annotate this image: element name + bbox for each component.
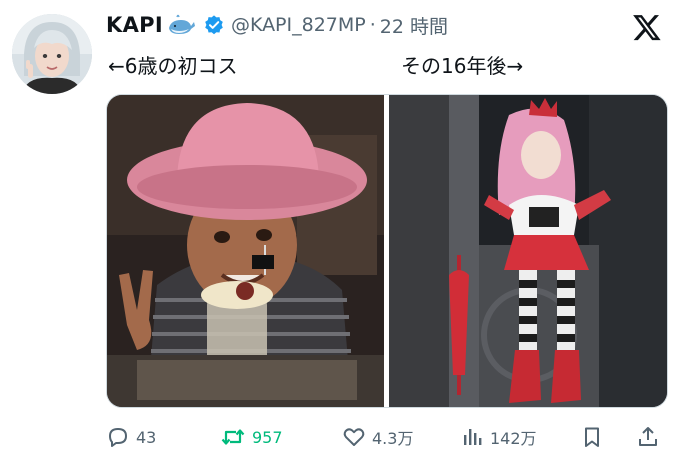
separator-dot: · <box>369 14 376 36</box>
verified-badge-icon <box>203 14 225 36</box>
photo-adult-cosplay[interactable] <box>389 95 667 407</box>
retweet-button[interactable]: 957 <box>220 420 283 454</box>
tweet-header: KAPI @KAPI_827MP · 22 時間 <box>106 10 448 40</box>
avatar[interactable] <box>12 14 92 94</box>
whale-emoji-icon <box>167 14 197 36</box>
share-icon <box>636 425 660 449</box>
timestamp[interactable]: 22 時間 <box>380 12 448 39</box>
bookmark-icon <box>580 425 604 449</box>
author-name[interactable]: KAPI <box>106 13 163 37</box>
heart-icon <box>342 425 366 449</box>
avatar-image <box>12 14 92 94</box>
tweet-actions: 43 957 4.3万 142万 <box>106 420 666 454</box>
views-icon <box>460 425 484 449</box>
author-handle[interactable]: @KAPI_827MP <box>231 14 366 36</box>
like-count: 4.3万 <box>372 429 414 448</box>
views-count: 142万 <box>490 429 537 448</box>
views-button[interactable]: 142万 <box>460 420 537 454</box>
tweet-media <box>106 94 668 408</box>
reply-button[interactable]: 43 <box>106 420 156 454</box>
reply-count: 43 <box>136 427 157 447</box>
share-button[interactable] <box>636 420 660 454</box>
retweet-icon <box>220 425 246 449</box>
tweet-text-right: その16年後→ <box>401 54 524 78</box>
x-logo-icon[interactable] <box>632 12 662 42</box>
like-button[interactable]: 4.3万 <box>342 420 413 454</box>
photo-child-cosplay[interactable] <box>107 95 384 407</box>
tweet-text-left: ←6歳の初コス <box>108 54 238 78</box>
reply-icon <box>106 425 130 449</box>
retweet-count: 957 <box>252 427 283 447</box>
bookmark-button[interactable] <box>580 420 604 454</box>
